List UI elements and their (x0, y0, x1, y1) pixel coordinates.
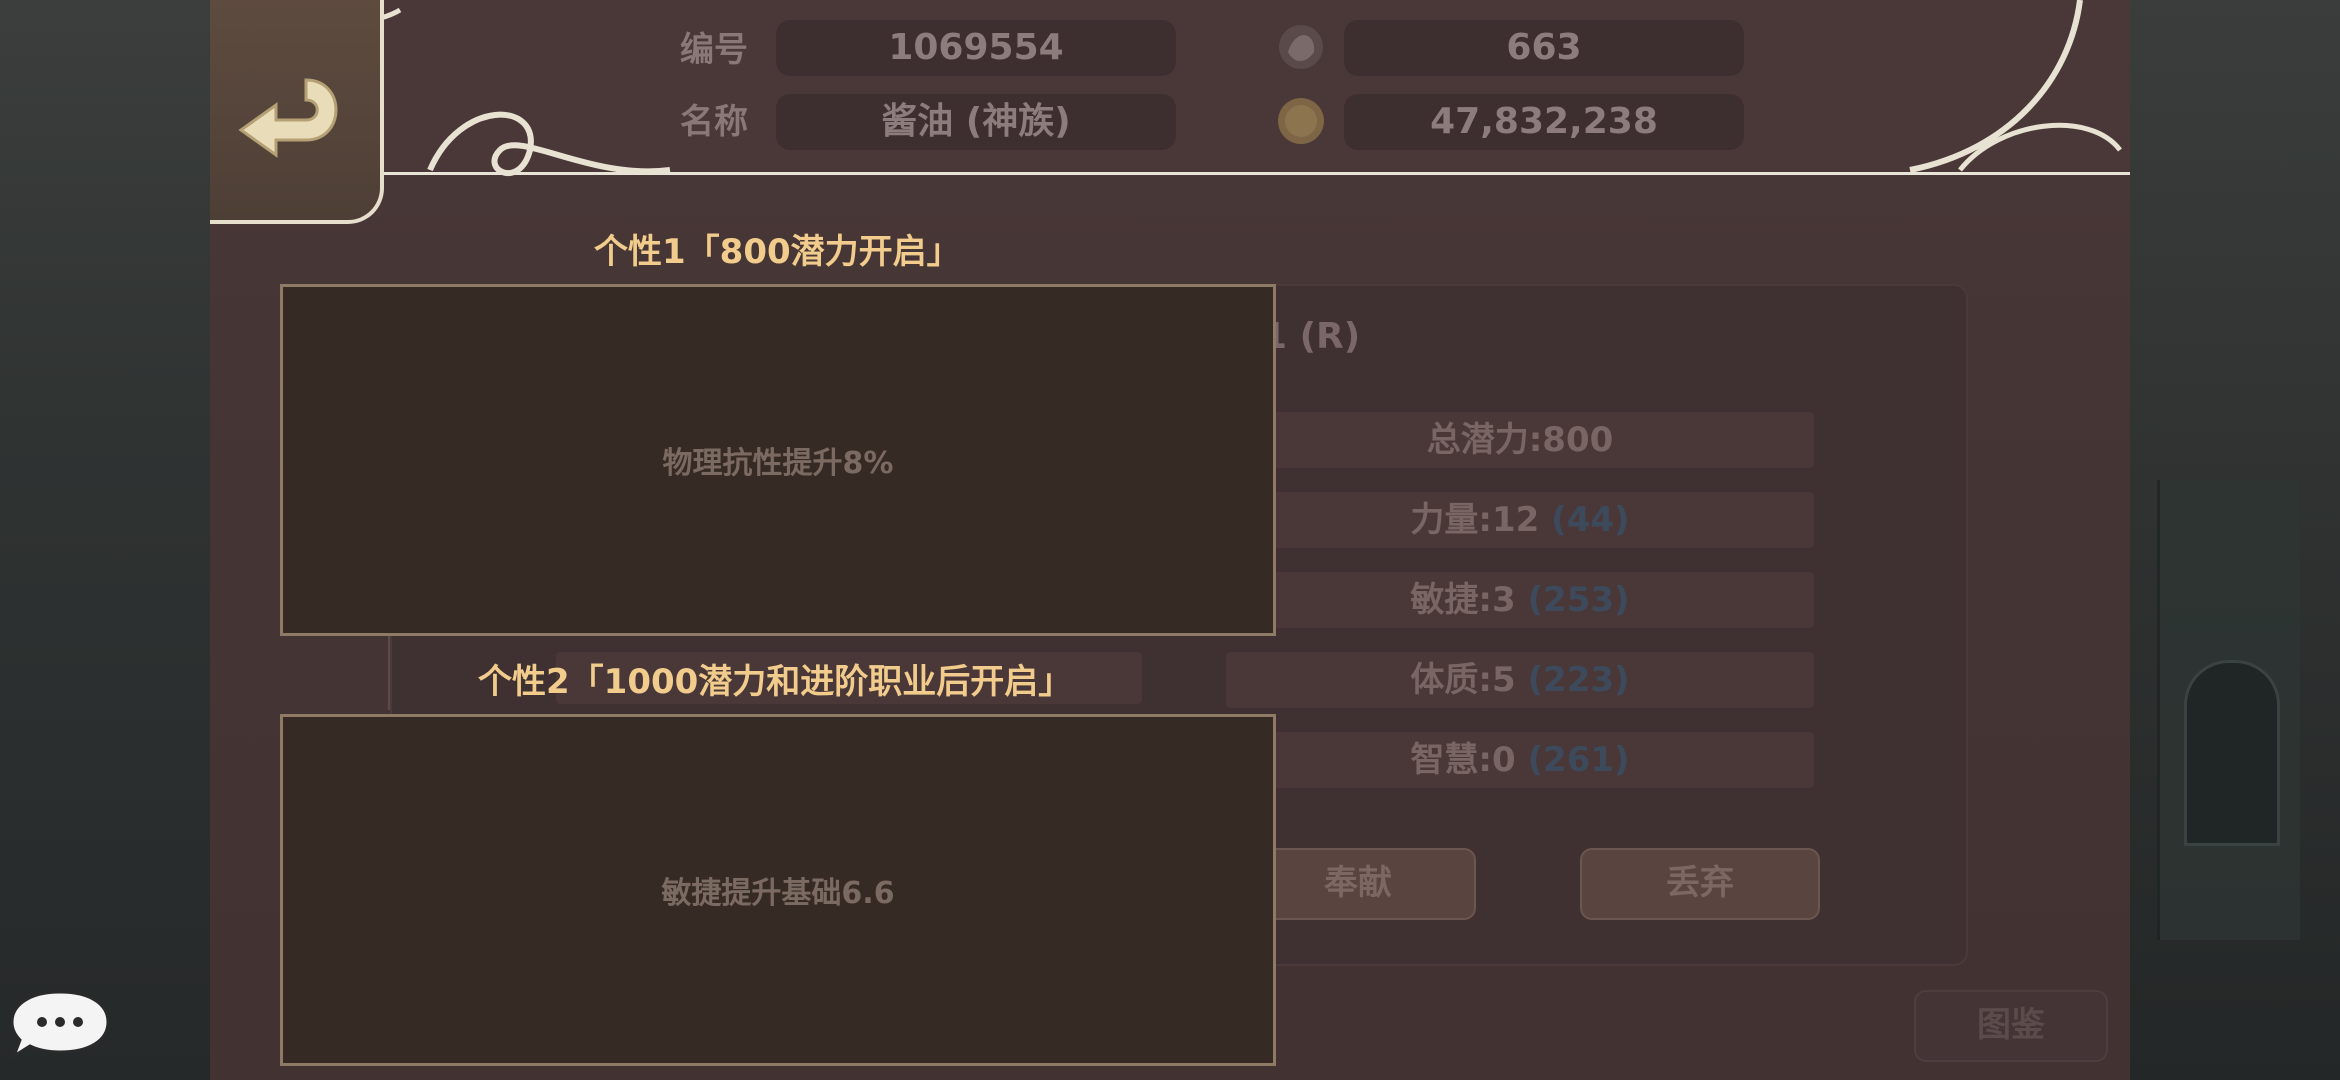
back-arrow-icon[interactable] (236, 70, 346, 170)
trait-2-box: 敏捷提升基础6.6 (280, 714, 1276, 1066)
trait-2-text: 敏捷提升基础6.6 (661, 876, 895, 911)
chat-bubble-icon[interactable] (8, 988, 112, 1060)
ornament-curl-left (427, 111, 671, 176)
card-title-fragment: 1 (R) (1262, 316, 1361, 357)
stat-extra: (253) (1527, 580, 1630, 620)
id-label: 编号 (680, 30, 748, 70)
gem-count-field: 663 (1344, 20, 1744, 76)
id-field: 1069554 (776, 20, 1176, 76)
stat-label: 力量:12 (1410, 500, 1540, 540)
stat-total-potential: 总潜力:800 (1226, 412, 1814, 468)
stat-constitution: 体质:5 (223) (1226, 652, 1814, 708)
background-left (0, 0, 210, 1080)
stat-label: 敏捷:3 (1410, 580, 1516, 620)
stat-extra: (223) (1527, 660, 1630, 700)
stat-agility: 敏捷:3 (253) (1226, 572, 1814, 628)
gold-coin-icon (1278, 98, 1324, 144)
gallery-button[interactable]: 图鉴 (1914, 990, 2108, 1062)
name-field: 酱油 (神族) (776, 94, 1176, 150)
discard-button[interactable]: 丢弃 (1580, 848, 1820, 920)
trait-1-box: 物理抗性提升8% (280, 284, 1276, 636)
ornament-curl-right (1909, 0, 2122, 173)
gold-count-field: 47,832,238 (1344, 94, 1744, 150)
stat-label: 体质:5 (1410, 660, 1516, 700)
stat-label: 总潜力:800 (1426, 420, 1614, 460)
stat-extra: (261) (1527, 740, 1630, 780)
name-label: 名称 (680, 102, 748, 142)
trait-1-text: 物理抗性提升8% (662, 446, 894, 481)
card-divider (388, 630, 390, 710)
trait-1-title: 个性1「800潜力开启」 (594, 232, 961, 272)
background-window (2184, 660, 2280, 846)
stat-label: 智慧:0 (1410, 740, 1516, 780)
stat-strength: 力量:12 (44) (1226, 492, 1814, 548)
stat-extra: (44) (1551, 500, 1630, 540)
trait-2-title: 个性2「1000潜力和进阶职业后开启」 (478, 662, 1073, 702)
gem-icon (1279, 25, 1323, 69)
stat-wisdom: 智慧:0 (261) (1226, 732, 1814, 788)
